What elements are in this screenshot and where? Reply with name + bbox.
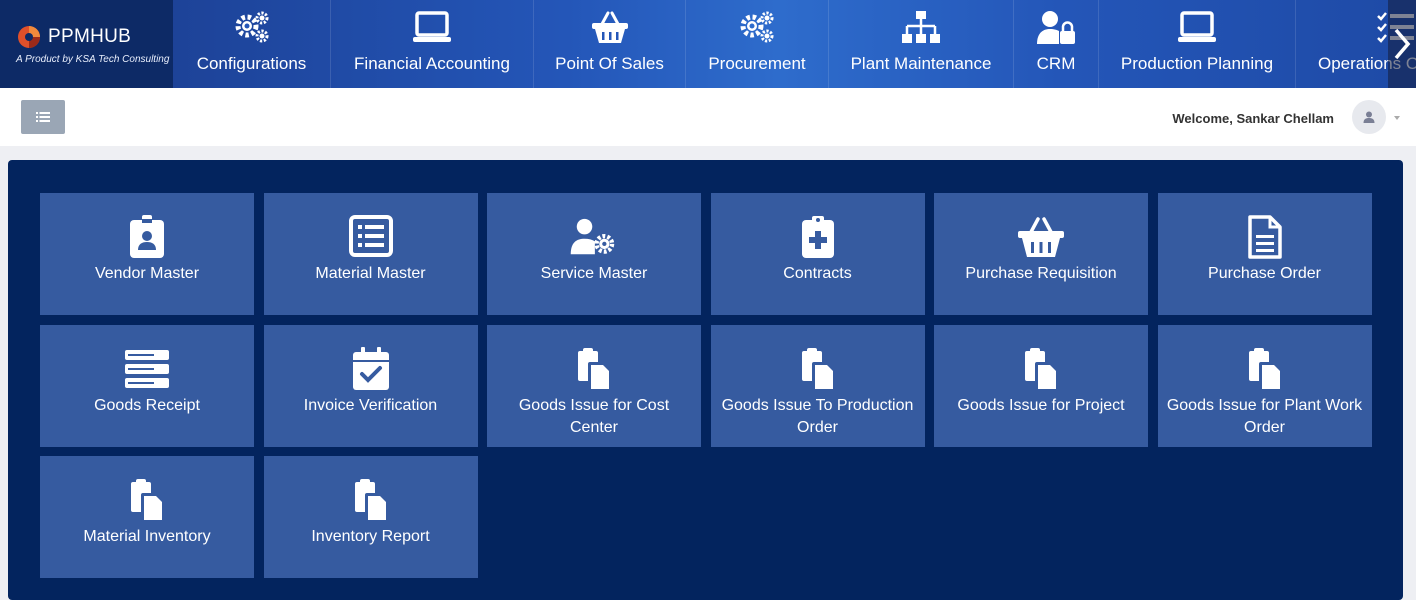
tile-label: Goods Receipt bbox=[94, 396, 200, 414]
tile-label: Goods Issue To Production Order bbox=[721, 396, 914, 436]
nav-item-label: Financial Accounting bbox=[354, 54, 510, 73]
nav-scroll-right-button[interactable] bbox=[1388, 0, 1416, 88]
basket-icon bbox=[591, 11, 628, 43]
paste-icon bbox=[578, 347, 612, 391]
paste-icon bbox=[131, 479, 165, 522]
basket-icon bbox=[1018, 217, 1064, 257]
paste-icon bbox=[1025, 347, 1059, 391]
tile-grid: Vendor Master Material Master Service Ma… bbox=[40, 193, 1372, 578]
tile-label: Vendor Master bbox=[94, 265, 200, 282]
user-avatar-button[interactable] bbox=[1352, 100, 1386, 134]
tile-label: Service Master bbox=[540, 265, 648, 282]
tile-label: Goods Issue for Cost Center bbox=[518, 396, 670, 436]
procurement-panel: Vendor Master Material Master Service Ma… bbox=[8, 160, 1403, 600]
paste-icon bbox=[354, 479, 389, 522]
user-icon bbox=[1363, 111, 1375, 123]
paste-icon bbox=[801, 347, 836, 391]
tile-goods-issue-production-order[interactable]: Goods Issue To Production Order bbox=[710, 324, 925, 447]
welcome-text: Welcome, Sankar Chellam bbox=[1172, 111, 1334, 126]
file-text-icon bbox=[1247, 215, 1282, 259]
header-bar: Welcome, Sankar Chellam bbox=[0, 88, 1416, 146]
nav-item-label: Plant Maintenance bbox=[850, 54, 992, 73]
nav-item-point-of-sales[interactable]: Point Of Sales bbox=[534, 0, 686, 88]
tile-goods-receipt[interactable]: Goods Receipt bbox=[40, 324, 254, 447]
laptop-icon bbox=[413, 11, 451, 42]
nav-item-crm[interactable]: CRM bbox=[1014, 0, 1099, 88]
tile-inventory-report[interactable]: Inventory Report bbox=[263, 456, 478, 578]
tile-label: Material Inventory bbox=[83, 528, 211, 545]
clipboard-plus-icon bbox=[801, 216, 834, 258]
chevron-down-icon[interactable] bbox=[1394, 116, 1400, 120]
nav-item-label: Configurations bbox=[196, 54, 307, 73]
tile-purchase-requisition[interactable]: Purchase Requisition bbox=[934, 193, 1148, 315]
tile-material-master[interactable]: Material Master bbox=[263, 193, 478, 315]
tile-label: Purchase Order bbox=[1208, 265, 1321, 282]
nav-item-financial-accounting[interactable]: Financial Accounting bbox=[331, 0, 534, 88]
list-icon bbox=[36, 112, 50, 122]
user-lock-icon bbox=[1037, 11, 1075, 44]
calendar-check-icon bbox=[352, 346, 389, 390]
brand-subtitle: A Product by KSA Tech Consulting bbox=[16, 53, 170, 65]
chevron-right-icon bbox=[1394, 28, 1411, 60]
tile-label: Material Master bbox=[315, 265, 426, 282]
nav-item-label: CRM bbox=[1036, 54, 1076, 73]
tile-vendor-master[interactable]: Vendor Master bbox=[40, 193, 254, 315]
brand-name: PPMHUB bbox=[48, 25, 132, 47]
paste-icon bbox=[1248, 347, 1283, 391]
nav-item-plant-maintenance[interactable]: Plant Maintenance bbox=[829, 0, 1014, 88]
laptop-icon bbox=[1178, 11, 1216, 42]
tile-goods-issue-cost-center[interactable]: Goods Issue for Cost Center bbox=[487, 324, 701, 447]
ppmhub-logo-icon bbox=[18, 25, 40, 48]
gears-icon bbox=[235, 11, 268, 43]
tile-label: Inventory Report bbox=[311, 528, 430, 545]
tile-label: Goods Issue for Plant Work Order bbox=[1166, 396, 1363, 436]
tile-service-master[interactable]: Service Master bbox=[487, 193, 701, 315]
nav-item-label: Procurement bbox=[708, 54, 806, 73]
sidebar-toggle-button[interactable] bbox=[21, 100, 65, 134]
sitemap-icon bbox=[902, 11, 940, 43]
id-badge-icon bbox=[130, 215, 164, 258]
tile-label: Purchase Requisition bbox=[965, 265, 1117, 282]
gears-icon bbox=[740, 11, 774, 43]
nav-item-configurations[interactable]: Configurations bbox=[173, 0, 331, 88]
server-icon bbox=[125, 349, 169, 388]
user-cog-icon bbox=[570, 218, 615, 255]
tile-contracts[interactable]: Contracts bbox=[710, 193, 925, 315]
nav-item-label: Point Of Sales bbox=[555, 54, 664, 73]
nav-item-production-planning[interactable]: Production Planning bbox=[1099, 0, 1296, 88]
tile-material-inventory[interactable]: Material Inventory bbox=[40, 456, 254, 578]
tile-label: Goods Issue for Project bbox=[957, 396, 1125, 414]
tile-invoice-verification[interactable]: Invoice Verification bbox=[263, 324, 478, 447]
tile-label: Invoice Verification bbox=[303, 396, 438, 414]
tile-goods-issue-project[interactable]: Goods Issue for Project bbox=[934, 324, 1148, 447]
tile-goods-issue-plant-work-order[interactable]: Goods Issue for Plant Work Order bbox=[1157, 324, 1372, 447]
top-navigation: PPMHUB A Product by KSA Tech Consulting … bbox=[0, 0, 1416, 88]
tile-label: Contracts bbox=[783, 265, 852, 282]
nav-item-procurement[interactable]: Procurement bbox=[686, 0, 829, 88]
tile-purchase-order[interactable]: Purchase Order bbox=[1157, 193, 1372, 315]
brand-logo[interactable]: PPMHUB A Product by KSA Tech Consulting bbox=[0, 0, 173, 88]
list-alt-icon bbox=[348, 215, 393, 257]
nav-item-label: Production Planning bbox=[1120, 54, 1274, 73]
